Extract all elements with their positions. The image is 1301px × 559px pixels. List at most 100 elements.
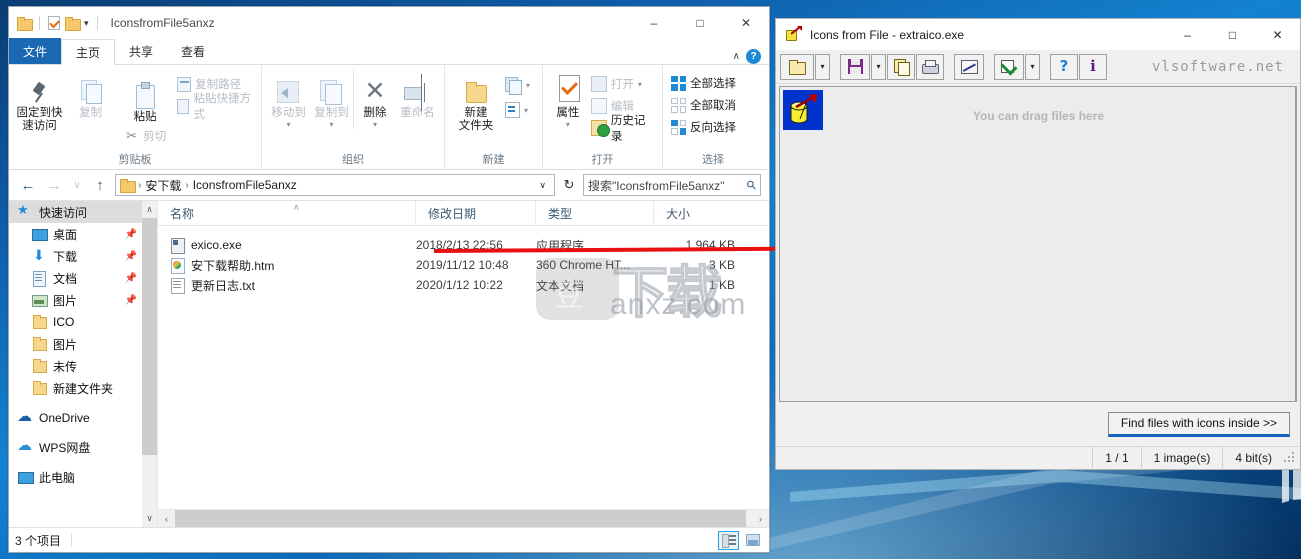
resize-grip-icon[interactable] — [1284, 452, 1296, 464]
icon-list-scrollbar[interactable] — [1295, 87, 1297, 401]
icon-list-area[interactable]: You can drag files here — [779, 86, 1297, 402]
paste-button[interactable]: 粘贴 — [116, 73, 174, 124]
recent-locations-button[interactable]: ∨ — [69, 174, 85, 196]
easy-access-button[interactable]: ▾ — [502, 100, 533, 120]
extraico-minimize-button[interactable]: – — [1165, 20, 1210, 50]
tab-home[interactable]: 主页 — [61, 39, 116, 65]
address-dropdown-icon[interactable]: ∨ — [535, 180, 550, 191]
copy-button[interactable] — [887, 53, 915, 80]
properties-icon[interactable] — [48, 16, 60, 30]
select-dropdown-button[interactable]: ▾ — [1025, 53, 1040, 80]
copy-to-caret-icon[interactable]: ▾ — [329, 120, 333, 129]
move-to-caret-icon[interactable]: ▾ — [286, 120, 290, 129]
pin-icon-documents[interactable]: 📌 — [125, 273, 137, 284]
forward-button[interactable]: → — [43, 174, 65, 196]
breadcrumb-separator-0[interactable]: › — [138, 180, 141, 191]
sidebar-item-pictures[interactable]: 图片 📌 — [9, 289, 157, 311]
table-row[interactable]: exico.exe 2018/2/13 22:56 应用程序 1,964 KB — [158, 235, 769, 255]
column-header-size[interactable]: 大小 — [654, 201, 769, 226]
sidebar-item-new-folder[interactable]: 新建文件夹 — [9, 377, 157, 399]
new-folder-button[interactable]: 新建 文件夹 — [450, 69, 502, 133]
folder-icon[interactable] — [17, 17, 33, 31]
new-item-button[interactable]: ▾ — [502, 75, 533, 95]
move-to-button[interactable]: 移动到 ▾ — [267, 69, 310, 129]
sidebar-item-pictures-folder[interactable]: 图片 — [9, 333, 157, 355]
copy-button[interactable]: 复制 — [65, 69, 116, 120]
history-button[interactable]: 历史记录 — [588, 115, 657, 143]
extraico-close-button[interactable]: ✕ — [1255, 20, 1300, 50]
breadcrumb-item-1[interactable]: IconsfromFile5anxz — [193, 178, 297, 192]
nav-pane-scrollbar[interactable]: ∨ ∨ — [142, 201, 157, 527]
save-dropdown-button[interactable]: ▾ — [871, 53, 886, 80]
extraico-title-bar[interactable]: Icons from File - extraico.exe – □ ✕ — [776, 19, 1300, 50]
pin-icon-pictures[interactable]: 📌 — [125, 295, 137, 306]
open-file-button[interactable] — [780, 53, 814, 80]
sidebar-item-wps-cloud[interactable]: WPS网盘 — [9, 436, 157, 458]
extraico-maximize-button[interactable]: □ — [1210, 20, 1255, 50]
select-none-button[interactable]: 全部取消 — [668, 95, 739, 115]
help-button[interactable]: ? — [1050, 53, 1078, 80]
tab-file[interactable]: 文件 — [9, 38, 62, 64]
column-header-name[interactable]: 名称 ∧ — [158, 200, 416, 226]
breadcrumb-separator-1[interactable]: › — [185, 180, 188, 191]
thumbnail-view-button[interactable] — [742, 531, 763, 550]
sidebar-item-documents[interactable]: 文档 📌 — [9, 267, 157, 289]
up-button[interactable]: ↑ — [89, 174, 111, 196]
table-row[interactable]: 安下载帮助.htm 2019/11/12 10:48 360 Chrome HT… — [158, 255, 769, 275]
sidebar-item-ico[interactable]: ICO — [9, 311, 157, 333]
save-button[interactable] — [840, 53, 870, 80]
cut-button[interactable]: ✂ 剪切 — [121, 126, 169, 146]
hscroll-left-icon[interactable]: ‹ — [158, 510, 175, 527]
pin-to-quick-access-button[interactable]: 固定到快 速访问 — [14, 69, 65, 133]
print-button[interactable] — [916, 53, 944, 80]
delete-caret-icon[interactable]: ▾ — [373, 120, 377, 129]
hscroll-thumb[interactable] — [175, 510, 747, 527]
open-dropdown-button[interactable]: ▾ — [815, 53, 830, 80]
sidebar-item-unsent[interactable]: 未传 — [9, 355, 157, 377]
invert-selection-button[interactable]: 反向选择 — [668, 117, 739, 137]
horizontal-scrollbar[interactable]: ‹ › — [158, 509, 769, 527]
nav-scroll-up-icon[interactable]: ∨ — [142, 201, 157, 218]
sidebar-item-desktop[interactable]: 桌面 📌 — [9, 223, 157, 245]
about-button[interactable]: i — [1079, 53, 1107, 80]
nav-scroll-down-icon[interactable]: ∨ — [142, 510, 157, 527]
minimize-button[interactable]: – — [631, 8, 677, 39]
properties-caret-icon[interactable]: ▾ — [566, 120, 570, 129]
explorer-title-bar[interactable]: ▾ IconsfromFile5anxz – □ ✕ — [9, 7, 769, 39]
chevron-down-icon[interactable]: ▾ — [84, 18, 89, 28]
search-input[interactable]: 搜索"IconsfromFile5anxz" ⚲ — [583, 174, 761, 196]
maximize-button[interactable]: □ — [677, 8, 723, 39]
paste-shortcut-button[interactable]: 粘贴快捷方式 — [174, 93, 256, 121]
hscroll-track[interactable] — [175, 510, 752, 527]
column-header-type[interactable]: 类型 — [536, 200, 654, 226]
sidebar-item-downloads[interactable]: 下载 📌 — [9, 245, 157, 267]
copy-to-button[interactable]: 复制到 ▾ — [310, 69, 353, 129]
new-item-caret-icon[interactable]: ▾ — [526, 81, 530, 90]
details-view-button[interactable] — [718, 530, 739, 550]
pin-icon-desktop[interactable]: 📌 — [125, 229, 137, 240]
select-all-button[interactable] — [994, 53, 1024, 80]
open-caret-icon[interactable]: ▾ — [638, 80, 642, 89]
rename-button[interactable]: 重命名 — [396, 69, 439, 120]
find-files-button[interactable]: Find files with icons inside >> — [1107, 411, 1290, 437]
breadcrumb-item-0[interactable]: 安下载 — [145, 177, 181, 194]
close-button[interactable]: ✕ — [723, 8, 769, 39]
pin-icon-downloads[interactable]: 📌 — [125, 251, 137, 262]
sidebar-item-onedrive[interactable]: OneDrive — [9, 407, 157, 429]
column-header-date[interactable]: 修改日期 — [416, 200, 536, 226]
help-icon[interactable]: ? — [746, 49, 761, 64]
sidebar-item-quick-access[interactable]: 快速访问 — [9, 201, 157, 223]
back-button[interactable]: ← — [17, 174, 39, 196]
preview-button[interactable] — [954, 53, 984, 80]
sidebar-item-this-pc[interactable]: 此电脑 — [9, 466, 157, 488]
properties-button[interactable]: 属性 ▾ — [548, 69, 588, 129]
tab-share[interactable]: 共享 — [115, 38, 167, 64]
select-all-button[interactable]: 全部选择 — [668, 73, 739, 93]
hscroll-right-icon[interactable]: › — [752, 510, 769, 527]
nav-scroll-thumb[interactable] — [142, 218, 157, 455]
tab-view[interactable]: 查看 — [167, 38, 219, 64]
table-row[interactable]: 更新日志.txt 2020/1/12 10:22 文本文档 1 KB — [158, 275, 769, 295]
new-folder-icon[interactable] — [65, 17, 81, 31]
open-button[interactable]: 打开 ▾ — [588, 74, 657, 94]
easy-access-caret-icon[interactable]: ▾ — [524, 106, 528, 115]
